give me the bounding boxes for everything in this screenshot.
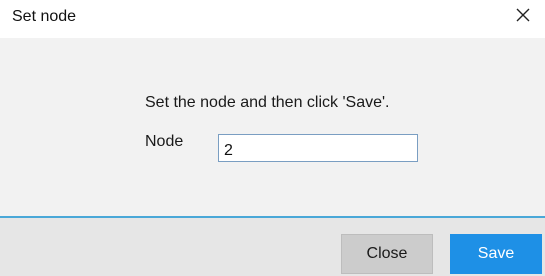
close-button[interactable]: Close <box>341 234 433 274</box>
set-node-dialog: Set node Set the node and then click 'Sa… <box>0 0 545 276</box>
save-button[interactable]: Save <box>450 234 542 274</box>
title-bar: Set node <box>0 0 545 38</box>
node-input[interactable] <box>218 134 418 162</box>
close-icon[interactable] <box>515 7 531 23</box>
dialog-body: Set the node and then click 'Save'. Node <box>0 38 545 216</box>
instruction-text: Set the node and then click 'Save'. <box>145 94 390 111</box>
dialog-footer: Close Save <box>0 218 545 276</box>
dialog-title: Set node <box>12 8 77 25</box>
node-label: Node <box>145 133 184 150</box>
